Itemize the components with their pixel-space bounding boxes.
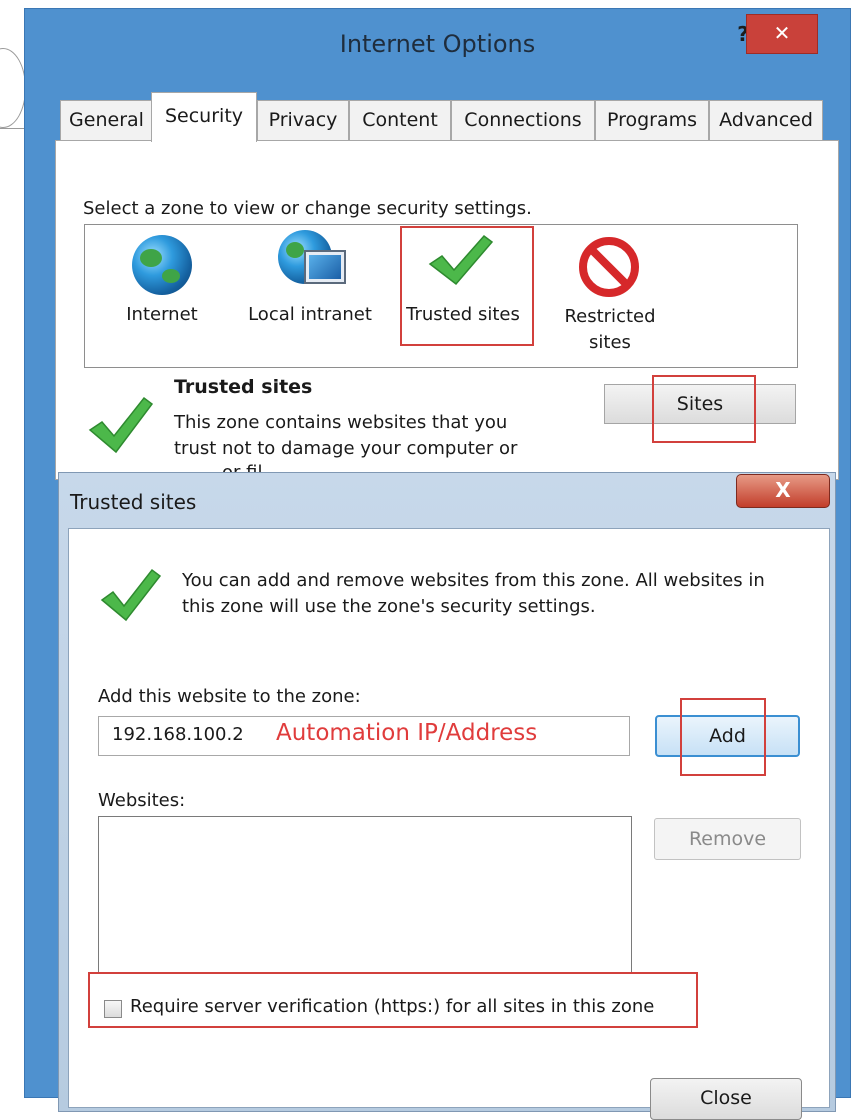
tab-programs[interactable]: Programs bbox=[595, 100, 709, 140]
annotation-label: Automation IP/Address bbox=[276, 720, 538, 746]
selected-zone-heading: Trusted sites bbox=[174, 376, 313, 398]
zone-label-restricted-line2: sites bbox=[589, 332, 631, 353]
zone-label-restricted-sites[interactable]: Restricted sites bbox=[556, 304, 664, 356]
zone-label-internet[interactable]: Internet bbox=[112, 304, 212, 325]
trusted-sites-close-icon[interactable]: X bbox=[736, 474, 830, 508]
zone-label-local-intranet[interactable]: Local intranet bbox=[242, 304, 378, 325]
window-close-button[interactable]: ✕ bbox=[746, 14, 818, 54]
sites-button-highlight bbox=[652, 375, 756, 443]
websites-list[interactable] bbox=[98, 816, 632, 974]
selected-zone-description-line1: This zone contains websites that you bbox=[174, 412, 508, 433]
trusted-sites-title: Trusted sites bbox=[70, 490, 197, 514]
restricted-icon[interactable] bbox=[578, 236, 640, 298]
remove-button[interactable]: Remove bbox=[654, 818, 801, 860]
trusted-sites-info-line2: this zone will use the zone's security s… bbox=[182, 596, 596, 617]
tab-general[interactable]: General bbox=[60, 100, 153, 140]
monitor-icon bbox=[304, 250, 346, 284]
background-window-divider bbox=[0, 128, 26, 129]
websites-label: Websites: bbox=[98, 790, 186, 811]
tab-privacy[interactable]: Privacy bbox=[257, 100, 349, 140]
zone-prompt: Select a zone to view or change security… bbox=[83, 198, 532, 219]
tab-content[interactable]: Content bbox=[349, 100, 451, 140]
internet-options-title: Internet Options bbox=[339, 30, 536, 58]
add-button-highlight bbox=[680, 698, 766, 776]
zone-label-restricted-line1: Restricted bbox=[564, 306, 656, 327]
trusted-sites-checkmark-icon bbox=[100, 568, 162, 622]
tab-security[interactable]: Security bbox=[151, 92, 257, 142]
background-window-edge bbox=[0, 48, 26, 128]
website-input-value[interactable]: 192.168.100.2 bbox=[112, 724, 244, 745]
globe-icon[interactable] bbox=[132, 235, 192, 295]
trusted-sites-highlight bbox=[400, 226, 534, 346]
tab-advanced[interactable]: Advanced bbox=[709, 100, 823, 140]
trusted-sites-info-line1: You can add and remove websites from thi… bbox=[182, 570, 765, 591]
selected-zone-description-line3: or fil... bbox=[222, 462, 280, 472]
require-https-highlight bbox=[88, 972, 698, 1028]
selected-zone-checkmark-icon bbox=[88, 396, 154, 454]
tab-connections[interactable]: Connections bbox=[451, 100, 595, 140]
close-button[interactable]: Close bbox=[650, 1078, 802, 1120]
selected-zone-description-line2: trust not to damage your computer or bbox=[174, 438, 518, 459]
add-website-label: Add this website to the zone: bbox=[98, 686, 361, 707]
